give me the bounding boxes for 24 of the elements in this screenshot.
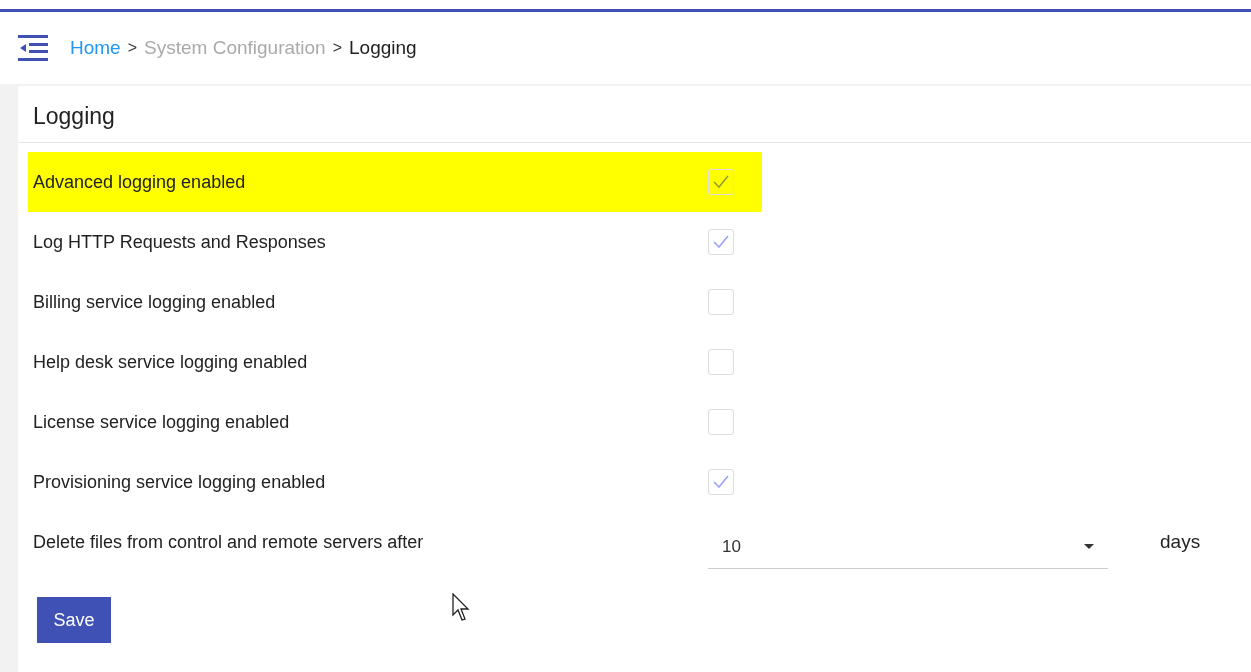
breadcrumb-separator: >	[127, 39, 138, 57]
setting-label: License service logging enabled	[33, 411, 291, 433]
setting-label: Advanced logging enabled	[33, 171, 247, 193]
checkbox[interactable]	[708, 229, 734, 255]
setting-label: Delete files from control and remote servers after	[33, 531, 425, 553]
days-select[interactable]: 10	[708, 525, 1108, 569]
checkbox[interactable]	[708, 349, 734, 375]
setting-label: Log HTTP Requests and Responses	[33, 231, 327, 253]
setting-label: Billing service logging enabled	[33, 291, 277, 313]
menu-collapse-icon[interactable]	[18, 35, 48, 61]
setting-label: Help desk service logging enabled	[33, 351, 309, 373]
breadcrumb-separator: >	[332, 39, 343, 57]
panel-title: Logging	[18, 86, 1251, 143]
pointer-cursor-icon	[452, 593, 472, 623]
setting-label: Provisioning service logging enabled	[33, 471, 327, 493]
checkbox[interactable]	[708, 169, 734, 195]
checkbox[interactable]	[708, 409, 734, 435]
checkbox[interactable]	[708, 289, 734, 315]
breadcrumb-current: Logging	[349, 37, 417, 59]
save-button[interactable]: Save	[37, 597, 111, 643]
dropdown-caret-icon	[1084, 544, 1094, 549]
unit-label: days	[1160, 531, 1201, 553]
checkbox[interactable]	[708, 469, 734, 495]
breadcrumb-item: System Configuration	[144, 37, 326, 59]
